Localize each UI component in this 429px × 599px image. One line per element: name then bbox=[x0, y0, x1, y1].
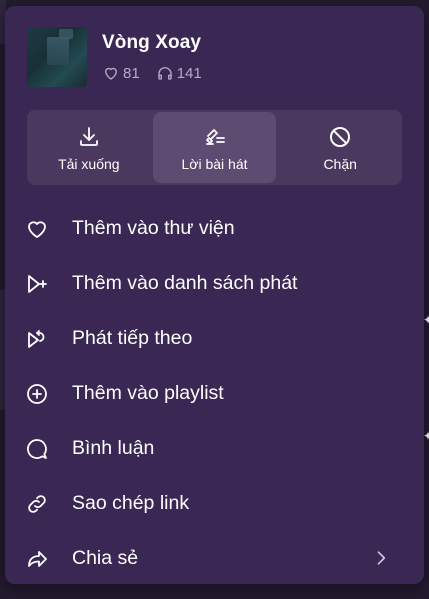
download-icon bbox=[79, 127, 98, 146]
menu-item-label: Thêm vào playlist bbox=[72, 382, 224, 404]
menu-item-add-to-playlist[interactable]: Thêm vào playlist bbox=[5, 366, 424, 421]
menu-item-label: Sao chép link bbox=[72, 492, 190, 514]
heart-icon bbox=[28, 220, 46, 238]
song-title: Vòng Xoay bbox=[102, 32, 202, 53]
block-icon bbox=[330, 127, 351, 147]
song-stats: 81 141 bbox=[102, 64, 202, 82]
lyrics-icon bbox=[205, 129, 225, 145]
song-context-menu: Vòng Xoay 81 141 Tải xuống Lời bài hát C… bbox=[5, 6, 424, 584]
lyrics-button[interactable]: Lời bài hát bbox=[152, 112, 277, 183]
menu-list: Thêm vào thư viện Thêm vào danh sách phá… bbox=[5, 201, 424, 586]
add-to-queue-icon bbox=[28, 274, 47, 293]
menu-item-label: Phát tiếp theo bbox=[72, 327, 193, 349]
menu-item-label: Bình luận bbox=[72, 437, 155, 459]
share-icon bbox=[28, 550, 47, 567]
likes-count: 81 bbox=[123, 64, 140, 82]
menu-item-comment[interactable]: Bình luận bbox=[5, 421, 424, 476]
menu-item-play-next[interactable]: Phát tiếp theo bbox=[5, 311, 424, 366]
chevron-right-icon bbox=[377, 551, 386, 565]
menu-item-copy-link[interactable]: Sao chép link bbox=[5, 476, 424, 531]
link-icon bbox=[28, 494, 46, 513]
song-header: Vòng Xoay 81 141 bbox=[27, 27, 404, 87]
listens-stat: 141 bbox=[156, 64, 202, 82]
menu-item-label: Thêm vào danh sách phát bbox=[72, 272, 298, 294]
likes-stat: 81 bbox=[102, 64, 140, 82]
listens-count: 141 bbox=[176, 64, 202, 82]
add-circle-icon bbox=[27, 383, 47, 404]
download-label: Tải xuống bbox=[58, 156, 120, 172]
quick-actions-bar: Tải xuống Lời bài hát Chặn bbox=[27, 110, 402, 185]
block-button[interactable]: Chặn bbox=[278, 110, 402, 185]
song-thumbnail[interactable] bbox=[27, 27, 87, 87]
menu-item-add-to-library[interactable]: Thêm vào thư viện bbox=[5, 201, 424, 256]
block-label: Chặn bbox=[323, 156, 357, 172]
headphones-icon bbox=[158, 67, 172, 80]
download-button[interactable]: Tải xuống bbox=[27, 110, 151, 185]
heart-outline-icon bbox=[105, 67, 117, 80]
menu-item-add-to-queue[interactable]: Thêm vào danh sách phát bbox=[5, 256, 424, 311]
comment-icon bbox=[27, 438, 47, 459]
menu-item-share[interactable]: Chia sẻ bbox=[5, 531, 424, 586]
menu-item-label: Chia sẻ bbox=[72, 547, 139, 569]
play-next-icon bbox=[28, 329, 45, 348]
menu-item-label: Thêm vào thư viện bbox=[72, 217, 235, 239]
lyrics-label: Lời bài hát bbox=[181, 156, 248, 172]
